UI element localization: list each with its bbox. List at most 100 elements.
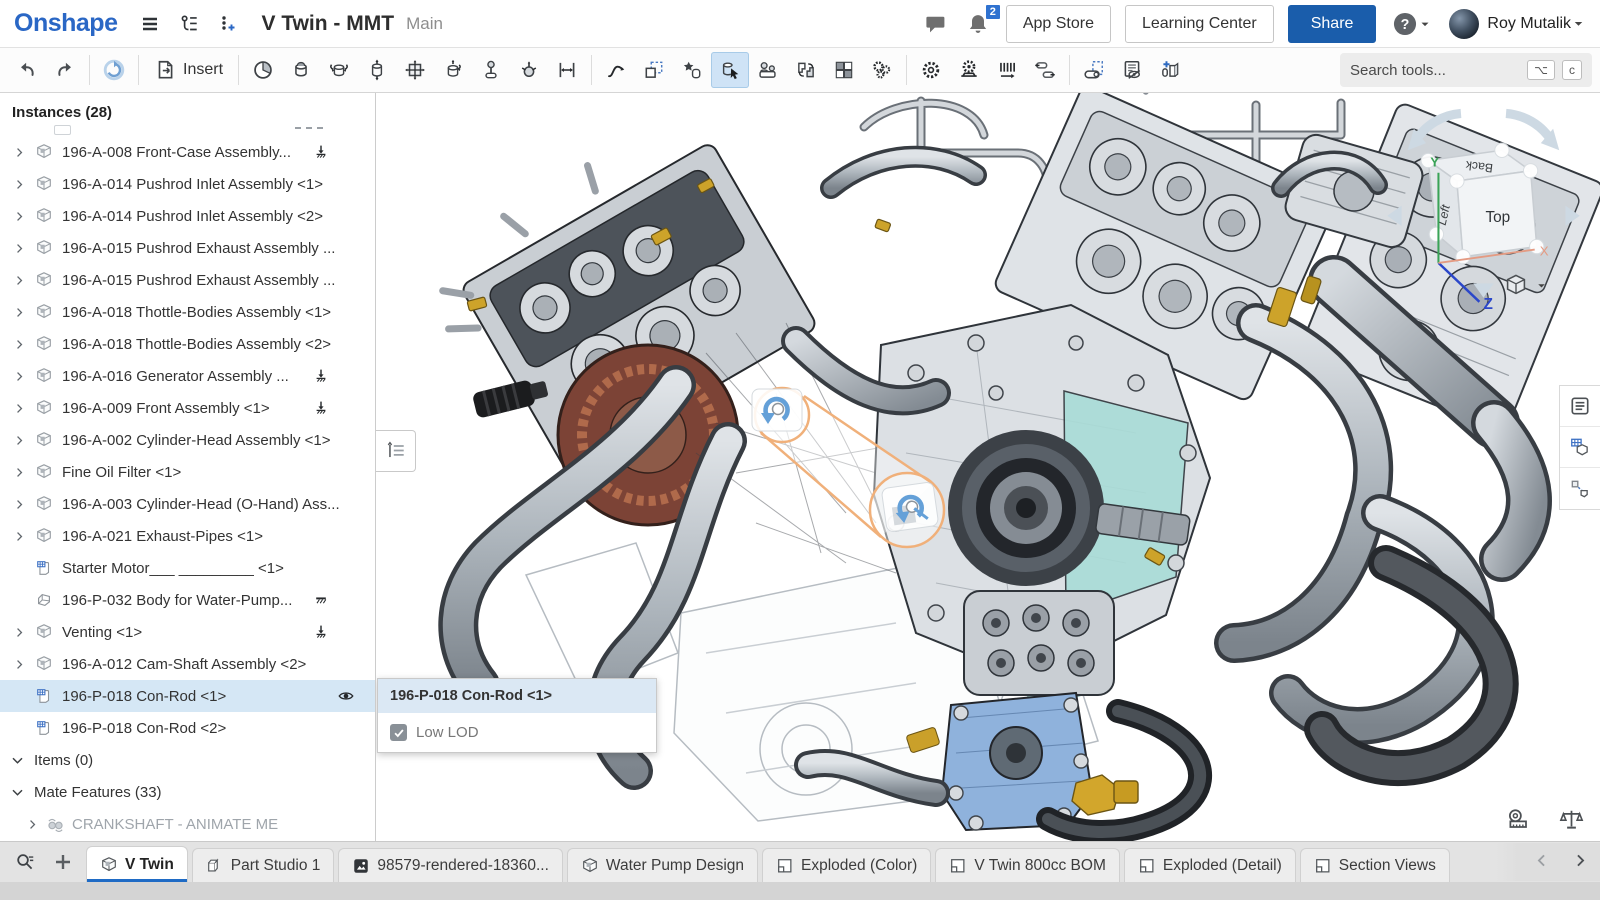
document-tab[interactable]: Water Pump Design bbox=[567, 848, 758, 882]
instance-row[interactable]: 196-A-018 Thottle-Bodies Assembly <1> bbox=[0, 296, 375, 328]
instance-row[interactable]: 196-P-018 Con-Rod <2> bbox=[0, 712, 375, 744]
instance-row[interactable]: 196-P-032 Body for Water-Pump... bbox=[0, 584, 375, 616]
instance-row[interactable]: 196-A-014 Pushrod Inlet Assembly <2> bbox=[0, 200, 375, 232]
document-tab[interactable]: Section Views bbox=[1300, 848, 1450, 882]
expand-chevron-icon[interactable] bbox=[6, 210, 32, 223]
tabs-scroll-right-button[interactable] bbox=[1561, 852, 1600, 872]
expand-chevron-icon[interactable] bbox=[6, 338, 32, 351]
named-positions-button[interactable] bbox=[673, 52, 711, 88]
cylindrical-mate-button[interactable] bbox=[434, 52, 472, 88]
spring-button[interactable] bbox=[988, 52, 1026, 88]
instance-row[interactable]: 196-A-016 Generator Assembly ... bbox=[0, 360, 375, 392]
visibility-eye-icon[interactable] bbox=[337, 687, 355, 705]
tabs-scroll-left-button[interactable] bbox=[1522, 852, 1561, 872]
instance-row[interactable]: 196-A-002 Cylinder-Head Assembly <1> bbox=[0, 424, 375, 456]
expand-chevron-icon[interactable] bbox=[6, 434, 32, 447]
expand-chevron-icon[interactable] bbox=[6, 530, 32, 543]
comments-button[interactable] bbox=[920, 8, 952, 40]
move-part-button[interactable] bbox=[711, 52, 749, 88]
items-section-header[interactable]: Items (0) bbox=[0, 744, 375, 776]
expand-chevron-icon[interactable] bbox=[6, 242, 32, 255]
instance-row[interactable]: 196-A-009 Front Assembly <1> bbox=[0, 392, 375, 424]
search-tools-input[interactable]: Search tools... ⌥ c bbox=[1340, 53, 1592, 87]
insert-button[interactable]: Insert bbox=[144, 52, 233, 88]
expand-chevron-icon[interactable] bbox=[6, 402, 32, 415]
instance-row[interactable]: 196-A-018 Thottle-Bodies Assembly <2> bbox=[0, 328, 375, 360]
instance-row[interactable]: 196-A-015 Pushrod Exhaust Assembly ... bbox=[0, 264, 375, 296]
measure-button[interactable] bbox=[1506, 807, 1531, 835]
instance-row[interactable]: 196-A-014 Pushrod Inlet Assembly <1> bbox=[0, 168, 375, 200]
exploded-view-button[interactable] bbox=[1151, 52, 1189, 88]
graphics-area[interactable]: Back Left Top Y Z X bbox=[376, 93, 1600, 841]
expand-chevron-icon[interactable] bbox=[6, 146, 32, 159]
onshape-logo[interactable]: Onshape bbox=[14, 9, 117, 38]
version-manager-button[interactable] bbox=[174, 9, 204, 39]
instance-list-toggle-button[interactable] bbox=[376, 430, 416, 472]
low-lod-checkbox[interactable] bbox=[390, 724, 407, 741]
new-tab-button[interactable] bbox=[44, 845, 82, 879]
expand-chevron-icon[interactable] bbox=[6, 178, 32, 191]
relations-button[interactable] bbox=[863, 52, 901, 88]
document-tab[interactable]: Part Studio 1 bbox=[192, 848, 335, 882]
expand-chevron-icon[interactable] bbox=[6, 370, 32, 383]
pattern-button[interactable] bbox=[825, 52, 863, 88]
mate-button[interactable] bbox=[244, 52, 282, 88]
tab-manager-button[interactable] bbox=[6, 845, 44, 879]
expand-chevron-icon[interactable] bbox=[6, 466, 32, 479]
instances-header[interactable]: Instances (28) bbox=[0, 93, 375, 123]
share-button[interactable]: Share bbox=[1288, 5, 1377, 43]
document-tab[interactable]: V Twin bbox=[86, 846, 188, 882]
instance-row[interactable]: 196-A-003 Cylinder-Head (O-Hand) Ass... bbox=[0, 488, 375, 520]
notifications-button[interactable]: 2 bbox=[962, 8, 994, 40]
workspace-name[interactable]: Main bbox=[406, 14, 443, 34]
show-hidden-button[interactable] bbox=[1113, 52, 1151, 88]
create-version-button[interactable] bbox=[214, 10, 242, 38]
document-tab[interactable]: Exploded (Color) bbox=[762, 848, 931, 882]
learning-center-button[interactable]: Learning Center bbox=[1125, 5, 1274, 43]
rack-pinion-relation-button[interactable] bbox=[950, 52, 988, 88]
revolute-mate-button[interactable] bbox=[320, 52, 358, 88]
expand-chevron-icon[interactable] bbox=[6, 274, 32, 287]
replicate-button[interactable] bbox=[635, 52, 673, 88]
in-context-panel-button[interactable] bbox=[1560, 468, 1600, 509]
slider-mate-button[interactable] bbox=[358, 52, 396, 88]
replace-instance-button[interactable] bbox=[787, 52, 825, 88]
instance-row[interactable]: 196-P-018 Con-Rod <1> bbox=[0, 680, 375, 712]
mate-features-section-header[interactable]: Mate Features (33) bbox=[0, 776, 375, 808]
section-view-button[interactable] bbox=[1075, 52, 1113, 88]
user-menu-caret-icon[interactable] bbox=[1571, 16, 1586, 31]
edit-in-place-button[interactable] bbox=[749, 52, 787, 88]
document-tab[interactable]: V Twin 800cc BOM bbox=[935, 848, 1120, 882]
view-cube[interactable]: Back Left Top Y Z X bbox=[1381, 95, 1586, 310]
mass-properties-button[interactable] bbox=[1559, 807, 1584, 835]
main-menu-button[interactable] bbox=[136, 10, 164, 38]
mate-feature-row[interactable]: CRANKSHAFT - ANIMATE ME bbox=[0, 808, 375, 840]
undo-button[interactable] bbox=[8, 52, 46, 88]
gear-relation-button[interactable] bbox=[912, 52, 950, 88]
help-button[interactable]: ? bbox=[1388, 7, 1436, 41]
expand-chevron-icon[interactable] bbox=[6, 626, 32, 639]
tangent-mate-button[interactable] bbox=[548, 52, 586, 88]
user-avatar[interactable] bbox=[1449, 9, 1479, 39]
instance-row[interactable]: 196-A-012 Cam-Shaft Assembly <2> bbox=[0, 648, 375, 680]
expand-chevron-icon[interactable] bbox=[6, 498, 32, 511]
pin-slot-mate-button[interactable] bbox=[472, 52, 510, 88]
instance-row[interactable]: Fine Oil Filter <1> bbox=[0, 456, 375, 488]
document-tab[interactable]: 98579-rendered-18360... bbox=[338, 848, 563, 882]
planar-mate-button[interactable] bbox=[396, 52, 434, 88]
expand-chevron-icon[interactable] bbox=[6, 658, 32, 671]
instance-row[interactable]: Starter Motor___ _________ <1> bbox=[0, 552, 375, 584]
feature-list-panel-button[interactable] bbox=[1560, 386, 1600, 427]
user-name[interactable]: Roy Mutalik bbox=[1487, 15, 1571, 33]
instance-row[interactable]: 196-A-021 Exhaust-Pipes <1> bbox=[0, 520, 375, 552]
bom-panel-button[interactable] bbox=[1560, 427, 1600, 468]
app-store-button[interactable]: App Store bbox=[1006, 5, 1111, 43]
redo-button[interactable] bbox=[46, 52, 84, 88]
instance-row[interactable]: 196-A-008 Front-Case Assembly... bbox=[0, 136, 375, 168]
view-options-button[interactable] bbox=[1504, 273, 1548, 297]
transfer-button[interactable] bbox=[1026, 52, 1064, 88]
instance-row[interactable]: 196-A-015 Pushrod Exhaust Assembly ... bbox=[0, 232, 375, 264]
path-relation-button[interactable] bbox=[597, 52, 635, 88]
fastened-mate-button[interactable] bbox=[282, 52, 320, 88]
update-document-button[interactable] bbox=[95, 52, 133, 88]
